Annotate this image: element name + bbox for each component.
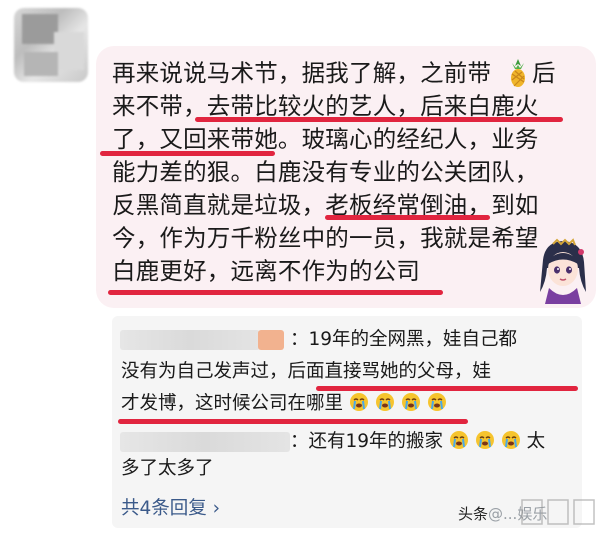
pineapple-icon	[511, 59, 525, 87]
comment-text-line: 白鹿更好，远离不作为的公司	[112, 257, 421, 285]
crying-face-icon	[449, 431, 468, 449]
highlight-underline	[195, 117, 563, 122]
reply-text-line: ：19年的全网黑，娃自己都	[290, 329, 518, 350]
highlight-underline	[108, 290, 443, 295]
reply-text-line: 多了太多了	[121, 458, 214, 479]
comment-text-line: 能力差的狠。白鹿没有专业的公关团队，	[112, 158, 539, 186]
crying-face-icon	[501, 431, 520, 449]
crying-face-icon	[475, 431, 494, 449]
comment-text-line: 了，又回来带她。玻璃心的经纪人，业务	[112, 125, 539, 153]
highlight-underline	[100, 151, 275, 156]
user-badge-icon	[258, 330, 284, 350]
crying-face-icon	[401, 393, 420, 411]
view-replies-link[interactable]: 共4条回复 ›	[121, 494, 220, 520]
reply-text-line: ：还有19年的搬家 太	[290, 431, 546, 452]
comment-text-line: 再来说说马术节，据我了解，之前带	[112, 59, 492, 87]
reply-author-name[interactable]	[120, 330, 260, 350]
highlight-underline	[118, 419, 468, 424]
anime-avatar	[540, 238, 586, 304]
avatar[interactable]	[14, 8, 88, 82]
highlight-underline	[316, 386, 578, 391]
comment-text-line: 今，作为万千粉丝中的一员，我就是希望	[112, 224, 539, 252]
crying-face-icon	[375, 393, 394, 411]
crying-face-icon	[427, 393, 446, 411]
reply-text-line: 才发博，这时候公司在哪里	[121, 391, 447, 417]
crying-face-icon	[349, 393, 368, 411]
reply-author-name[interactable]	[120, 432, 290, 452]
comment-text-line: 后	[532, 59, 556, 87]
highlight-underline	[325, 215, 490, 220]
watermark-logo	[521, 499, 595, 525]
reply-text-line: 没有为自己发声过，后面直接骂她的父母，娃	[121, 361, 492, 382]
